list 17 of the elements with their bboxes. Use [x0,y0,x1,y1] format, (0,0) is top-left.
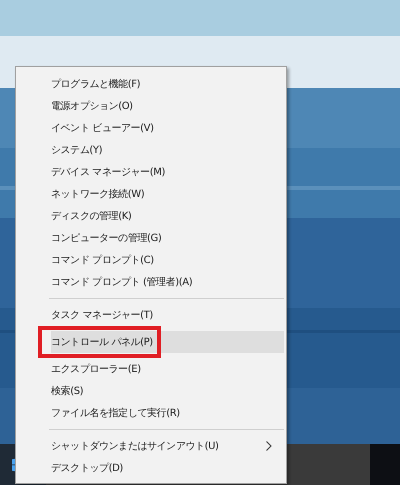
menu-item[interactable]: デバイス マネージャー(M) [18,161,284,183]
menu-item[interactable]: 電源オプション(O) [18,95,284,117]
menu-item[interactable]: デスクトップ(D) [18,457,284,479]
menu-item[interactable]: コンピューターの管理(G) [18,227,284,249]
notification-area [370,444,400,485]
menu-item[interactable]: コマンド プロンプト (管理者)(A) [18,271,284,293]
menu-item[interactable]: ネットワーク接続(W) [18,183,284,205]
menu-item[interactable]: シャットダウンまたはサインアウト(U) [18,435,284,457]
menu-item[interactable]: 検索(S) [18,380,284,402]
menu-item[interactable]: タスク マネージャー(T) [18,304,284,326]
menu-item[interactable]: エクスプローラー(E) [18,358,284,380]
menu-item[interactable]: ファイル名を指定して実行(R) [18,402,284,424]
menu-item[interactable]: イベント ビューアー(V) [18,117,284,139]
menu-item[interactable]: コマンド プロンプト(C) [18,249,284,271]
menu-item[interactable]: ディスクの管理(K) [18,205,284,227]
menu-item[interactable]: システム(Y) [18,139,284,161]
menu-item[interactable]: プログラムと機能(F) [18,73,284,95]
